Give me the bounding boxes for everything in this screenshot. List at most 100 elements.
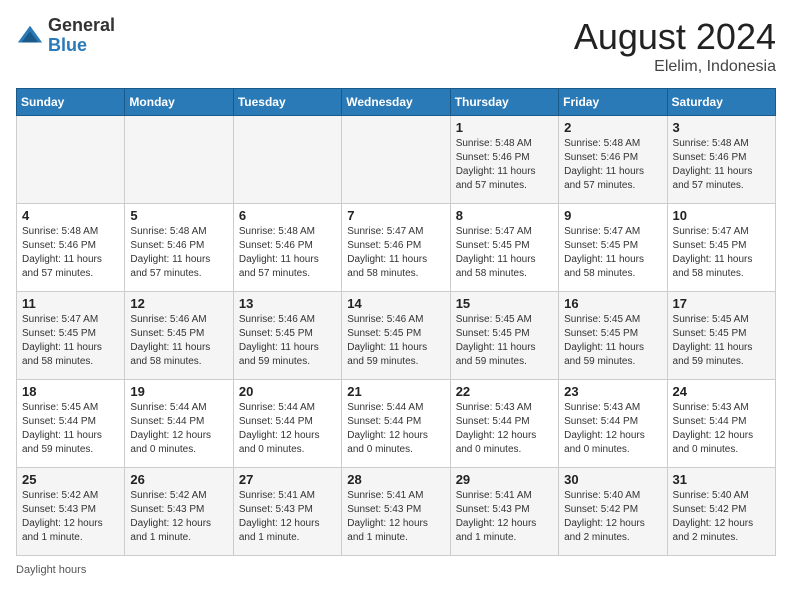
day-info: Sunrise: 5:46 AM Sunset: 5:45 PM Dayligh… <box>130 313 227 369</box>
calendar-cell: 14 Sunrise: 5:46 AM Sunset: 5:45 PM Dayli… <box>342 292 450 380</box>
calendar-cell: 17 Sunrise: 5:45 AM Sunset: 5:45 PM Dayli… <box>667 292 775 380</box>
day-number: 15 <box>456 296 553 311</box>
day-number: 31 <box>673 472 770 487</box>
calendar-cell: 20 Sunrise: 5:44 AM Sunset: 5:44 PM Dayli… <box>233 380 341 468</box>
calendar-cell: 18Sunrise: 5:45 AM Sunset: 5:44 PM Dayli… <box>17 380 125 468</box>
day-number: 21 <box>347 384 444 399</box>
calendar-week-row: 18Sunrise: 5:45 AM Sunset: 5:44 PM Dayli… <box>17 380 776 468</box>
day-number: 10 <box>673 208 770 223</box>
calendar-cell: 29 Sunrise: 5:41 AM Sunset: 5:43 PM Dayli… <box>450 468 558 556</box>
day-info: Sunrise: 5:44 AM Sunset: 5:44 PM Dayligh… <box>347 401 444 457</box>
day-number: 24 <box>673 384 770 399</box>
day-number: 6 <box>239 208 336 223</box>
day-of-week-header: Sunday <box>17 89 125 116</box>
calendar-cell: 7Sunrise: 5:47 AM Sunset: 5:46 PM Daylig… <box>342 204 450 292</box>
calendar-cell: 3Sunrise: 5:48 AM Sunset: 5:46 PM Daylig… <box>667 116 775 204</box>
calendar-cell <box>17 116 125 204</box>
day-number: 23 <box>564 384 661 399</box>
day-info: Sunrise: 5:43 AM Sunset: 5:44 PM Dayligh… <box>673 401 770 457</box>
calendar-cell: 13Sunrise: 5:46 AM Sunset: 5:45 PM Dayli… <box>233 292 341 380</box>
calendar-week-row: 1Sunrise: 5:48 AM Sunset: 5:46 PM Daylig… <box>17 116 776 204</box>
day-info: Sunrise: 5:42 AM Sunset: 5:43 PM Dayligh… <box>22 489 119 545</box>
day-info: Sunrise: 5:42 AM Sunset: 5:43 PM Dayligh… <box>130 489 227 545</box>
day-info: Sunrise: 5:46 AM Sunset: 5:45 PM Dayligh… <box>347 313 444 369</box>
calendar-cell: 9 Sunrise: 5:47 AM Sunset: 5:45 PM Daylig… <box>559 204 667 292</box>
calendar-cell: 25Sunrise: 5:42 AM Sunset: 5:43 PM Dayli… <box>17 468 125 556</box>
day-number: 12 <box>130 296 227 311</box>
calendar-cell: 11 Sunrise: 5:47 AM Sunset: 5:45 PM Dayli… <box>17 292 125 380</box>
day-number: 5 <box>130 208 227 223</box>
calendar-week-row: 11 Sunrise: 5:47 AM Sunset: 5:45 PM Dayli… <box>17 292 776 380</box>
day-info: Sunrise: 5:44 AM Sunset: 5:44 PM Dayligh… <box>239 401 336 457</box>
day-info: Sunrise: 5:41 AM Sunset: 5:43 PM Dayligh… <box>456 489 553 545</box>
calendar-cell: 30Sunrise: 5:40 AM Sunset: 5:42 PM Dayli… <box>559 468 667 556</box>
day-number: 28 <box>347 472 444 487</box>
calendar-cell: 21 Sunrise: 5:44 AM Sunset: 5:44 PM Dayli… <box>342 380 450 468</box>
day-number: 17 <box>673 296 770 311</box>
day-number: 22 <box>456 384 553 399</box>
day-number: 2 <box>564 120 661 135</box>
day-info: Sunrise: 5:41 AM Sunset: 5:43 PM Dayligh… <box>347 489 444 545</box>
day-info: Sunrise: 5:47 AM Sunset: 5:45 PM Dayligh… <box>22 313 119 369</box>
calendar-cell: 27Sunrise: 5:41 AM Sunset: 5:43 PM Dayli… <box>233 468 341 556</box>
calendar-cell: 8Sunrise: 5:47 AM Sunset: 5:45 PM Daylig… <box>450 204 558 292</box>
logo-text: General Blue <box>48 16 115 56</box>
day-info: Sunrise: 5:48 AM Sunset: 5:46 PM Dayligh… <box>130 225 227 281</box>
day-number: 20 <box>239 384 336 399</box>
calendar-cell: 1Sunrise: 5:48 AM Sunset: 5:46 PM Daylig… <box>450 116 558 204</box>
logo-blue-text: Blue <box>48 36 115 56</box>
day-info: Sunrise: 5:47 AM Sunset: 5:45 PM Dayligh… <box>456 225 553 281</box>
page-header: General Blue August 2024 Elelim, Indones… <box>16 16 776 76</box>
logo-icon <box>16 22 44 50</box>
day-number: 4 <box>22 208 119 223</box>
calendar-cell: 5 Sunrise: 5:48 AM Sunset: 5:46 PM Daylig… <box>125 204 233 292</box>
day-number: 19 <box>130 384 227 399</box>
day-of-week-header: Wednesday <box>342 89 450 116</box>
calendar-cell: 26 Sunrise: 5:42 AM Sunset: 5:43 PM Dayli… <box>125 468 233 556</box>
day-info: Sunrise: 5:43 AM Sunset: 5:44 PM Dayligh… <box>564 401 661 457</box>
logo-general-text: General <box>48 16 115 36</box>
title-block: August 2024 Elelim, Indonesia <box>574 16 776 76</box>
day-number: 9 <box>564 208 661 223</box>
calendar-cell <box>125 116 233 204</box>
calendar-cell <box>233 116 341 204</box>
day-info: Sunrise: 5:47 AM Sunset: 5:46 PM Dayligh… <box>347 225 444 281</box>
calendar-table: SundayMondayTuesdayWednesdayThursdayFrid… <box>16 88 776 556</box>
day-number: 14 <box>347 296 444 311</box>
calendar-cell: 2Sunrise: 5:48 AM Sunset: 5:46 PM Daylig… <box>559 116 667 204</box>
day-info: Sunrise: 5:45 AM Sunset: 5:44 PM Dayligh… <box>22 401 119 457</box>
day-of-week-header: Tuesday <box>233 89 341 116</box>
day-number: 26 <box>130 472 227 487</box>
location-subtitle: Elelim, Indonesia <box>574 58 776 76</box>
day-number: 11 <box>22 296 119 311</box>
calendar-week-row: 25Sunrise: 5:42 AM Sunset: 5:43 PM Dayli… <box>17 468 776 556</box>
day-info: Sunrise: 5:41 AM Sunset: 5:43 PM Dayligh… <box>239 489 336 545</box>
day-info: Sunrise: 5:48 AM Sunset: 5:46 PM Dayligh… <box>239 225 336 281</box>
logo: General Blue <box>16 16 115 56</box>
daylight-label: Daylight hours <box>16 564 86 576</box>
calendar-header: SundayMondayTuesdayWednesdayThursdayFrid… <box>17 89 776 116</box>
calendar-cell: 6 Sunrise: 5:48 AM Sunset: 5:46 PM Daylig… <box>233 204 341 292</box>
day-info: Sunrise: 5:47 AM Sunset: 5:45 PM Dayligh… <box>673 225 770 281</box>
day-number: 16 <box>564 296 661 311</box>
day-of-week-header: Friday <box>559 89 667 116</box>
calendar-week-row: 4 Sunrise: 5:48 AM Sunset: 5:46 PM Daylig… <box>17 204 776 292</box>
day-of-week-header: Saturday <box>667 89 775 116</box>
calendar-cell: 12 Sunrise: 5:46 AM Sunset: 5:45 PM Dayli… <box>125 292 233 380</box>
day-info: Sunrise: 5:47 AM Sunset: 5:45 PM Dayligh… <box>564 225 661 281</box>
day-number: 3 <box>673 120 770 135</box>
calendar-cell: 15Sunrise: 5:45 AM Sunset: 5:45 PM Dayli… <box>450 292 558 380</box>
calendar-cell: 10 Sunrise: 5:47 AM Sunset: 5:45 PM Dayli… <box>667 204 775 292</box>
calendar-cell: 28 Sunrise: 5:41 AM Sunset: 5:43 PM Dayli… <box>342 468 450 556</box>
day-of-week-header: Monday <box>125 89 233 116</box>
calendar-cell: 23 Sunrise: 5:43 AM Sunset: 5:44 PM Dayli… <box>559 380 667 468</box>
day-info: Sunrise: 5:40 AM Sunset: 5:42 PM Dayligh… <box>564 489 661 545</box>
day-info: Sunrise: 5:48 AM Sunset: 5:46 PM Dayligh… <box>22 225 119 281</box>
day-of-week-header: Thursday <box>450 89 558 116</box>
calendar-cell: 16Sunrise: 5:45 AM Sunset: 5:45 PM Dayli… <box>559 292 667 380</box>
day-number: 29 <box>456 472 553 487</box>
calendar-cell <box>342 116 450 204</box>
calendar-cell: 4 Sunrise: 5:48 AM Sunset: 5:46 PM Daylig… <box>17 204 125 292</box>
month-year-title: August 2024 <box>574 16 776 58</box>
day-info: Sunrise: 5:45 AM Sunset: 5:45 PM Dayligh… <box>673 313 770 369</box>
